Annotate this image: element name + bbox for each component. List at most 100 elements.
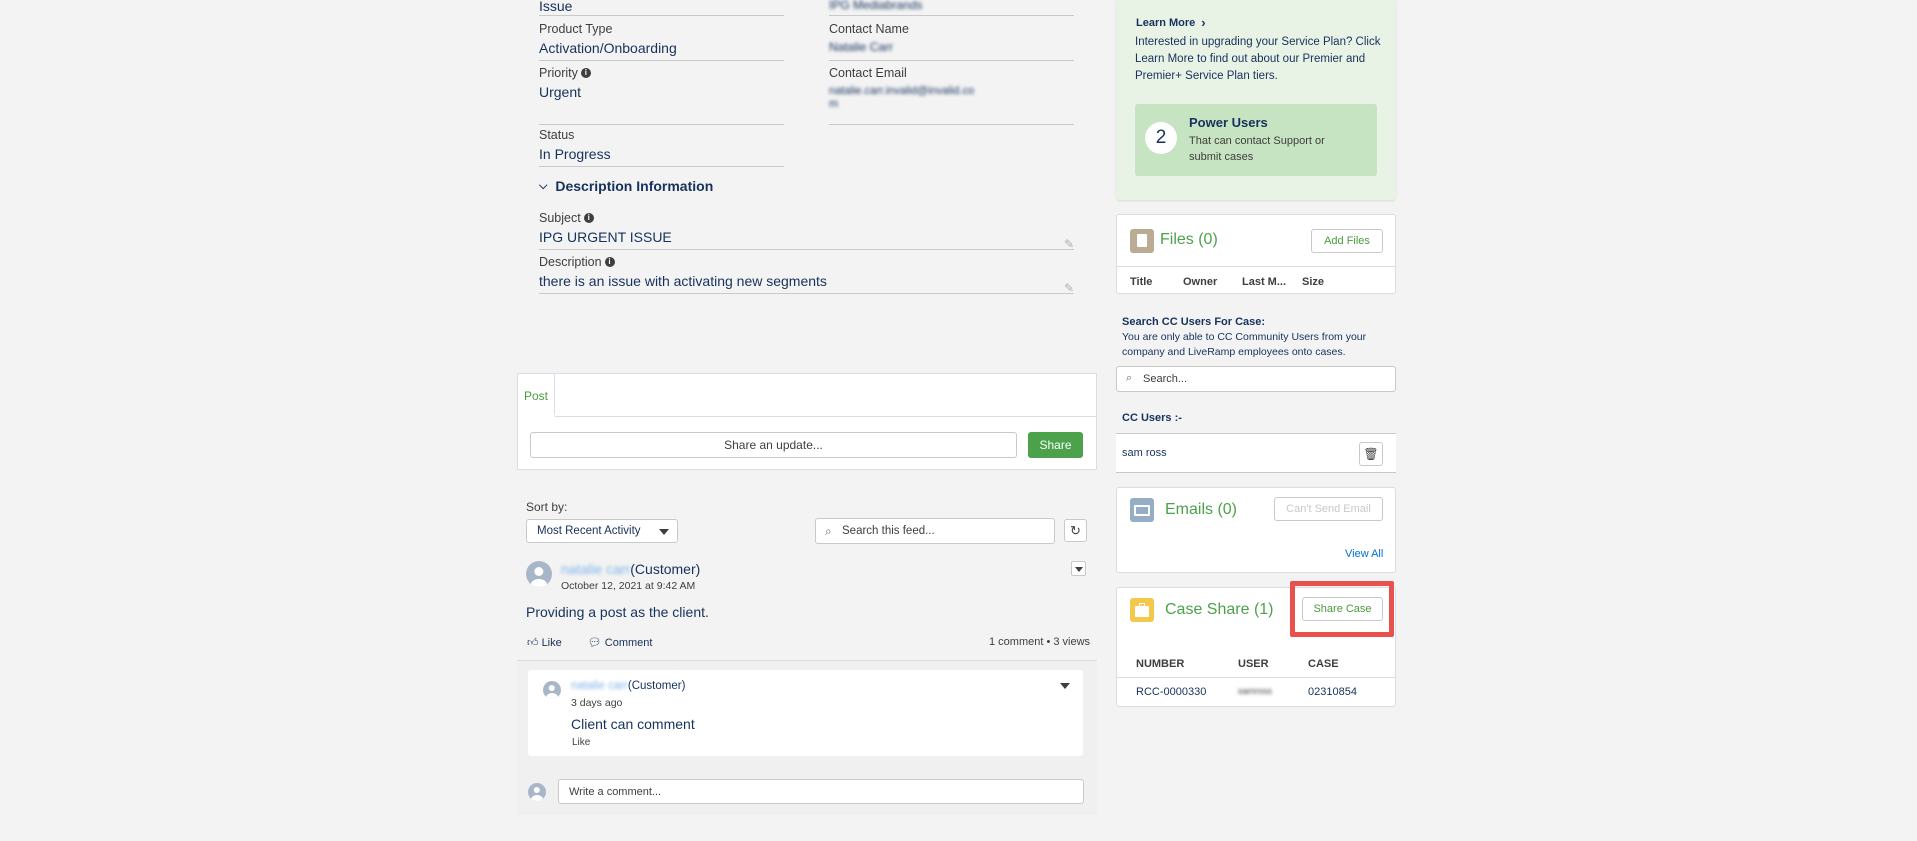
comment-author-name[interactable]: natalie carr bbox=[571, 680, 628, 692]
cc-search-description: You are only able to CC Community Users … bbox=[1122, 331, 1367, 358]
case-share-col-case: CASE bbox=[1308, 658, 1339, 670]
sort-by-label: Sort by: bbox=[526, 500, 568, 514]
sort-select[interactable]: Most Recent Activity bbox=[526, 519, 678, 543]
power-users-subtitle: That can contact Support or submit cases bbox=[1189, 135, 1325, 163]
files-title[interactable]: Files (0) bbox=[1160, 231, 1218, 249]
info-icon[interactable]: i bbox=[580, 68, 591, 78]
case-share-case[interactable]: 02310854 bbox=[1308, 686, 1357, 698]
description-field: Description i there is an issue with acti… bbox=[539, 255, 1074, 295]
description-label-wrap: Description i bbox=[539, 255, 1074, 269]
publisher: Post Share an update... Share bbox=[517, 373, 1097, 470]
contact-email-label: Contact Email bbox=[829, 66, 907, 80]
description-label: Description bbox=[539, 255, 602, 269]
files-col-title[interactable]: Title bbox=[1130, 276, 1152, 288]
case-page: Issue IPG Mediabrands Product Type Activ… bbox=[0, 0, 1917, 841]
share-update-input[interactable]: Share an update... bbox=[530, 432, 1017, 458]
subject-label-wrap: Subject i bbox=[539, 211, 1074, 225]
tab-post[interactable]: Post bbox=[518, 374, 555, 416]
contact-email-field: Contact Email natalie.carr.invalid@inval… bbox=[829, 66, 1074, 126]
case-share-title[interactable]: Case Share (1) bbox=[1165, 601, 1274, 619]
contact-name-label: Contact Name bbox=[829, 22, 909, 36]
field-divider bbox=[539, 60, 784, 61]
comment-menu-icon[interactable] bbox=[1060, 683, 1070, 689]
refresh-icon[interactable]: ↻ bbox=[1064, 519, 1087, 542]
contact-name-value[interactable]: Natalie Carr bbox=[829, 40, 1074, 54]
subject-value: IPG URGENT ISSUE bbox=[539, 229, 672, 245]
field-divider bbox=[539, 293, 1074, 294]
learn-more-label: Learn More bbox=[1136, 16, 1196, 29]
file-icon bbox=[1130, 229, 1154, 253]
files-col-last-modified[interactable]: Last M... bbox=[1242, 276, 1286, 288]
info-icon[interactable]: i bbox=[583, 213, 594, 223]
sort-select-value: Most Recent Activity bbox=[537, 525, 641, 537]
field-divider bbox=[539, 124, 784, 125]
description-section-toggle[interactable]: ⌵ Description Information bbox=[539, 178, 713, 194]
power-users-count: 2 bbox=[1145, 122, 1177, 154]
like-label: Like bbox=[541, 637, 562, 649]
cc-search-placeholder: Search... bbox=[1143, 373, 1188, 385]
chevron-right-icon: › bbox=[1201, 15, 1206, 30]
subject-label: Subject bbox=[539, 211, 581, 225]
status-value: In Progress bbox=[539, 146, 611, 162]
account-value[interactable]: IPG Mediabrands bbox=[829, 0, 1074, 12]
files-col-size[interactable]: Size bbox=[1302, 276, 1324, 288]
add-files-button[interactable]: Add Files bbox=[1311, 229, 1383, 253]
priority-value: Urgent bbox=[539, 84, 582, 100]
comment-button[interactable]: 💬︎ Comment bbox=[588, 636, 653, 649]
field-divider bbox=[539, 166, 784, 167]
post-author: natalie carr(Customer) bbox=[561, 561, 700, 577]
contact-email-value[interactable]: natalie.carr.invalid@invalid.co bbox=[829, 84, 1074, 98]
description-value: there is an issue with activating new se… bbox=[539, 273, 827, 289]
thumbs-up-icon: 👍︎ bbox=[527, 637, 539, 649]
learn-more-link[interactable]: Learn More › bbox=[1136, 15, 1206, 30]
share-button[interactable]: Share bbox=[1028, 432, 1083, 458]
tab-divider bbox=[555, 416, 1096, 417]
comment-author-role: (Customer) bbox=[627, 680, 686, 692]
info-icon[interactable]: i bbox=[604, 257, 615, 267]
envelope-icon bbox=[1130, 498, 1154, 522]
field-divider bbox=[829, 60, 1074, 61]
post-menu-button[interactable] bbox=[1071, 561, 1086, 576]
cc-search-input[interactable]: ⌕ Search... bbox=[1116, 366, 1396, 392]
post-author-name[interactable]: natalie carr bbox=[561, 561, 630, 577]
avatar[interactable] bbox=[526, 561, 552, 587]
product-type-field: Product Type Activation/Onboarding bbox=[539, 22, 784, 62]
field-divider bbox=[539, 15, 784, 16]
case-share-number[interactable]: RCC-0000330 bbox=[1136, 686, 1206, 698]
write-comment-input[interactable]: Write a comment... bbox=[558, 779, 1084, 804]
like-button[interactable]: 👍︎ Like bbox=[527, 636, 562, 649]
cant-send-email-button[interactable]: Can't Send Email bbox=[1274, 497, 1383, 521]
trash-icon[interactable]: 🗑︎ bbox=[1359, 442, 1383, 466]
chevron-down-icon: ⌵ bbox=[539, 179, 548, 192]
contact-name-field: Contact Name Natalie Carr bbox=[829, 22, 1074, 62]
post-author-role: (Customer) bbox=[630, 561, 701, 577]
cc-user-name: sam ross bbox=[1122, 447, 1167, 459]
account-field: IPG Mediabrands bbox=[829, 0, 1074, 16]
feed-search-input[interactable]: ⌕ Search this feed... bbox=[815, 518, 1055, 544]
avatar[interactable] bbox=[543, 681, 561, 699]
case-share-user: samross bbox=[1238, 686, 1273, 696]
caret-down-icon bbox=[659, 529, 669, 535]
issue-label: Issue bbox=[539, 0, 573, 14]
emails-title[interactable]: Emails (0) bbox=[1165, 501, 1237, 519]
description-section-title: Description Information bbox=[555, 178, 714, 194]
post-body: Providing a post as the client. bbox=[526, 604, 709, 620]
cc-users-label: CC Users :- bbox=[1122, 412, 1182, 424]
search-icon: ⌕ bbox=[825, 524, 832, 538]
contact-email-value-cont[interactable]: m bbox=[829, 98, 1074, 110]
post-timestamp[interactable]: October 12, 2021 at 9:42 AM bbox=[561, 580, 695, 592]
files-col-owner[interactable]: Owner bbox=[1183, 276, 1217, 288]
view-all-link[interactable]: View All bbox=[1345, 548, 1383, 560]
case-share-col-user: USER bbox=[1238, 658, 1269, 670]
product-type-value: Activation/Onboarding bbox=[539, 40, 677, 56]
subject-field: Subject i IPG URGENT ISSUE ✎ bbox=[539, 211, 1074, 251]
post-actions: 👍︎ Like 💬︎ Comment bbox=[527, 636, 652, 649]
status-label: Status bbox=[539, 128, 575, 142]
product-type-label: Product Type bbox=[539, 22, 613, 36]
field-divider bbox=[829, 124, 1074, 125]
case-share-divider bbox=[1117, 677, 1395, 678]
issue-field: Issue bbox=[539, 0, 784, 16]
avatar bbox=[528, 783, 546, 801]
priority-label: Priority bbox=[539, 66, 578, 80]
comment-like-button[interactable]: Like bbox=[572, 737, 590, 748]
